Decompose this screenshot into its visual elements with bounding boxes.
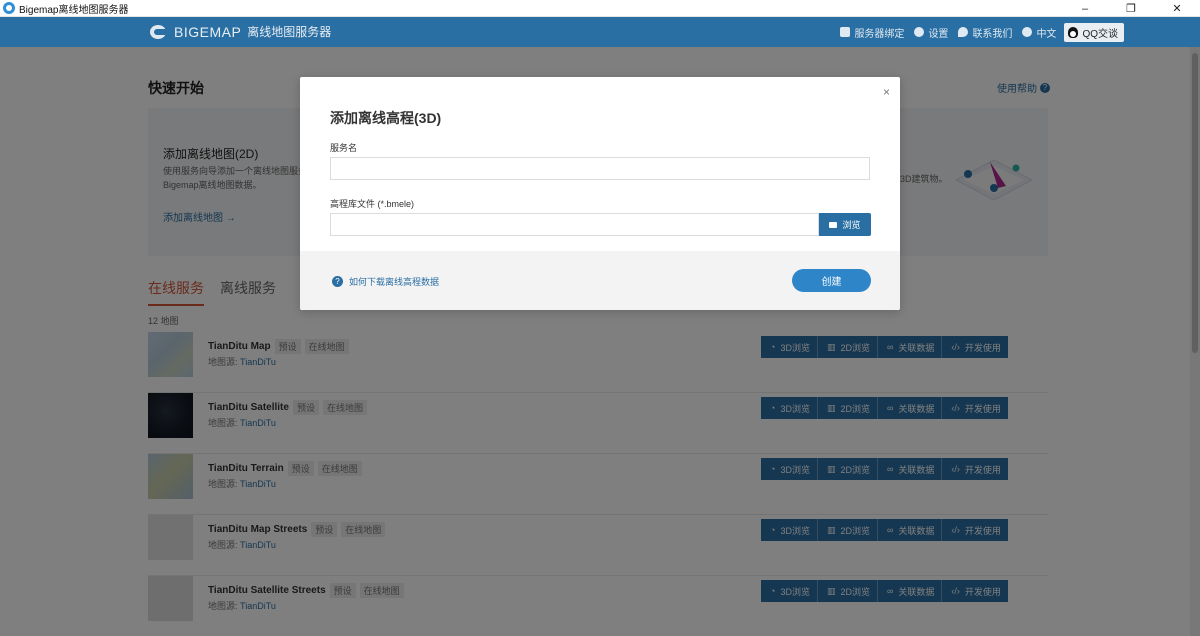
- app-icon: [3, 2, 15, 14]
- close-window-button[interactable]: ✕: [1154, 0, 1200, 17]
- app-header: BIGEMAP 离线地图服务器 服务器绑定 设置 联系我们 中文 QQ交谈: [0, 17, 1200, 47]
- window-controls: – ❐ ✕: [1062, 0, 1200, 17]
- top-nav: 服务器绑定 设置 联系我们 中文 QQ交谈: [830, 17, 1124, 47]
- nav-label: 设置: [928, 28, 949, 40]
- nav-language[interactable]: 中文: [1022, 25, 1056, 40]
- browse-label: 浏览: [842, 220, 861, 230]
- server-icon: [840, 27, 851, 37]
- elevation-file-input[interactable]: [330, 213, 819, 236]
- logo-subtitle: 离线地图服务器: [247, 25, 332, 39]
- dialog-title: 添加离线高程(3D): [330, 110, 442, 126]
- service-name-input[interactable]: [330, 157, 870, 180]
- minimize-button[interactable]: –: [1062, 0, 1108, 17]
- service-name-label: 服务名: [330, 143, 358, 153]
- qq-penguin-icon: [1068, 26, 1079, 38]
- logo-text: BIGEMAP: [174, 23, 242, 40]
- nav-label: 服务器绑定: [854, 28, 905, 40]
- maximize-button[interactable]: ❐: [1108, 0, 1154, 17]
- logo[interactable]: BIGEMAP 离线地图服务器: [150, 23, 331, 40]
- close-icon[interactable]: ×: [883, 85, 890, 99]
- qq-label: QQ交谈: [1082, 28, 1118, 40]
- nav-contact[interactable]: 联系我们: [958, 25, 1012, 40]
- globe-icon: [1022, 27, 1033, 37]
- add-elevation-dialog: × 添加离线高程(3D) 服务名 高程库文件 (*.bmele) 浏览 ? 如何…: [300, 77, 900, 310]
- nav-settings[interactable]: 设置: [914, 25, 948, 40]
- dialog-footer: ? 如何下载离线高程数据 创建: [300, 251, 900, 310]
- nav-server-binding[interactable]: 服务器绑定: [840, 25, 904, 40]
- nav-label: 中文: [1036, 28, 1057, 40]
- browse-button[interactable]: 浏览: [819, 213, 871, 236]
- qq-chat-button[interactable]: QQ交谈: [1064, 22, 1124, 42]
- window-title: Bigemap离线地图服务器: [19, 4, 129, 16]
- help-link-label: 如何下载离线高程数据: [349, 277, 440, 287]
- folder-icon: [829, 221, 838, 228]
- create-button[interactable]: 创建: [792, 269, 871, 292]
- window-titlebar: Bigemap离线地图服务器 – ❐ ✕: [0, 0, 1200, 17]
- elevation-file-label: 高程库文件 (*.bmele): [330, 199, 415, 209]
- gear-icon: [914, 27, 925, 37]
- nav-label: 联系我们: [972, 28, 1013, 40]
- download-elevation-help-link[interactable]: ? 如何下载离线高程数据: [332, 275, 439, 288]
- question-icon: ?: [332, 276, 343, 287]
- logo-icon: [150, 24, 170, 40]
- chat-icon: [958, 27, 969, 37]
